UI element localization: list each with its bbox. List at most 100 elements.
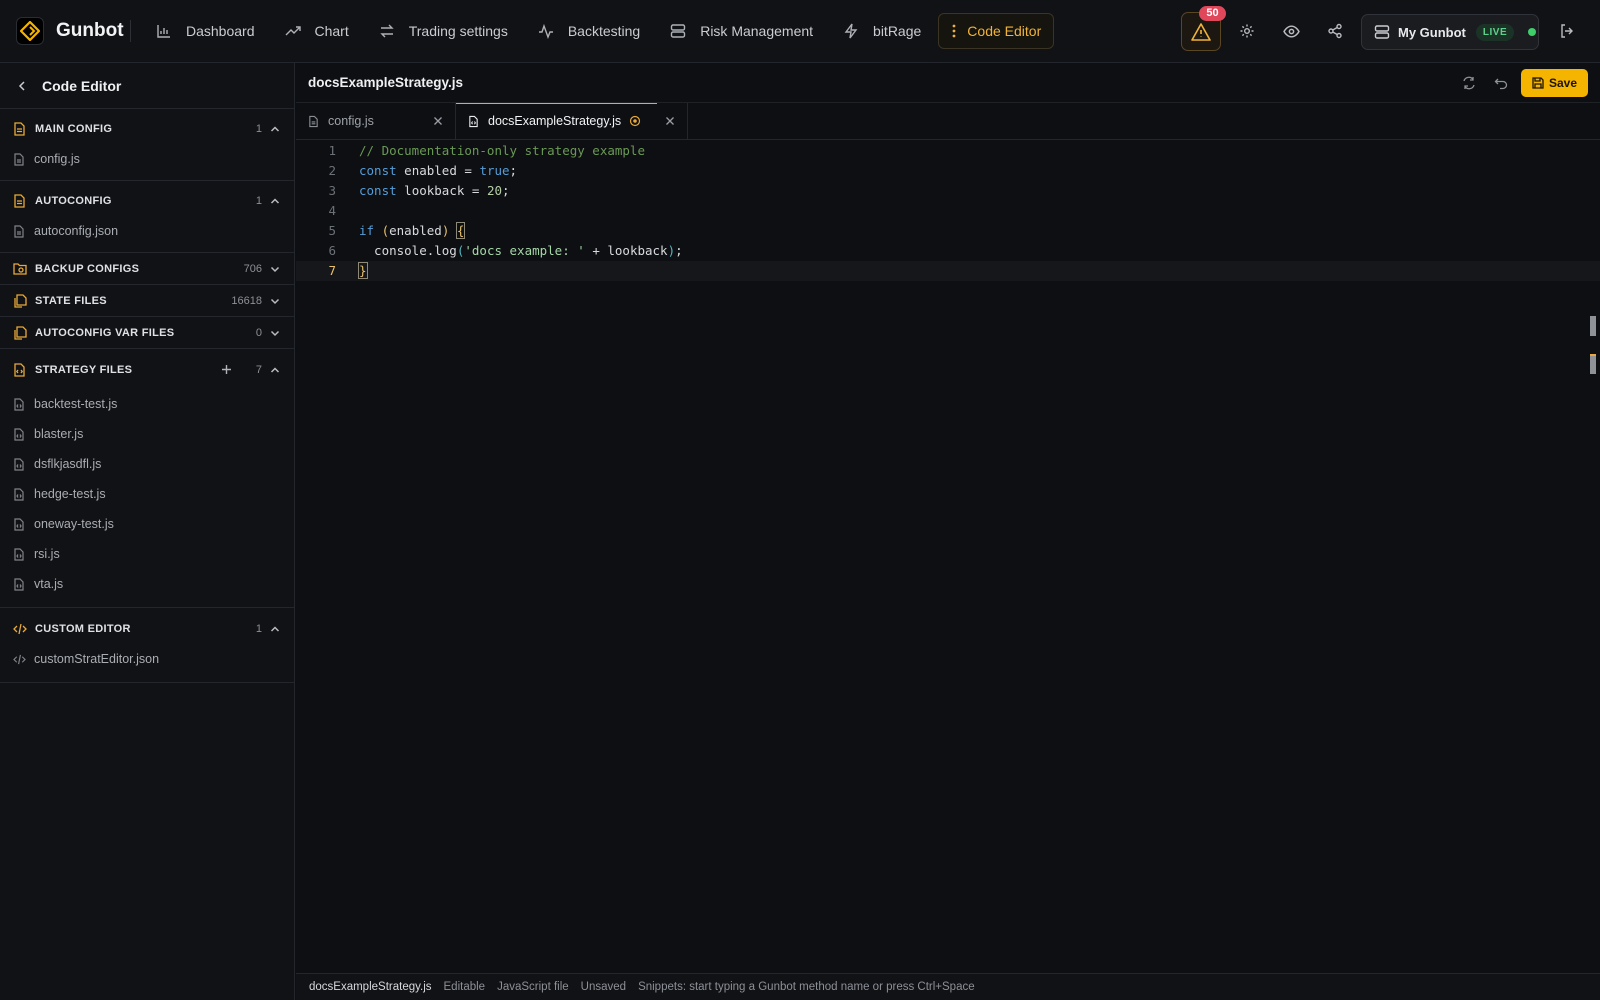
file-name: customStratEditor.json [34,652,160,666]
section-header-autoconfig[interactable]: AUTOCONFIG 1 [0,185,294,216]
code-file-icon [13,457,27,471]
section-header-state-files[interactable]: STATE FILES 16618 [0,285,294,316]
section-label: STATE FILES [35,294,107,307]
status-bar: docsExampleStrategy.js Editable JavaScri… [296,973,1600,1000]
code-file-icon [13,362,27,377]
file-name: config.js [34,152,80,166]
section-count: 1 [255,122,262,135]
section-count: 1 [255,622,262,635]
nav-chart[interactable]: Chart [272,13,362,49]
file-item[interactable]: oneway-test.js [0,509,294,539]
tab-docs-example-strategy[interactable]: docsExampleStrategy.js [456,103,688,139]
section-label: BACKUP CONFIGS [35,262,140,275]
status-file: docsExampleStrategy.js [309,981,432,993]
section-header-strategy-files[interactable]: STRATEGY FILES 7 [0,354,294,385]
live-status-badge: LIVE [1475,23,1515,41]
file-item[interactable]: dsflkjasdfl.js [0,449,294,479]
code-file-icon [13,397,27,411]
sidebar-header: Code Editor [0,63,294,109]
file-item[interactable]: customStratEditor.json [0,644,294,674]
line-number: 1 [328,143,336,158]
code-keyword: const [359,183,397,198]
editor-panel: docsExampleStrategy.js Save config.js do… [296,63,1600,1000]
server-icon [670,23,686,39]
code-brace-match: { [455,222,466,239]
file-item[interactable]: vta.js [0,569,294,599]
section-header-backup-configs[interactable]: BACKUP CONFIGS 706 [0,253,294,284]
undo-button[interactable] [1489,71,1513,95]
chevron-down-icon [270,328,280,338]
file-item[interactable]: rsi.js [0,539,294,569]
nav-code-editor[interactable]: Code Editor [938,13,1055,49]
nav-backtesting[interactable]: Backtesting [525,13,653,49]
chevron-up-icon [270,196,280,206]
code-line: 4 [296,201,1600,221]
nav-code-editor-label: Code Editor [967,23,1042,39]
tab-config-js[interactable]: config.js [296,103,456,139]
back-chevron-icon[interactable] [16,80,28,92]
add-file-icon[interactable] [221,364,232,375]
section-main-config: MAIN CONFIG 1 config.js [0,113,294,181]
settings-button[interactable] [1236,20,1258,42]
code-line: 2 const enabled = true; [296,161,1600,181]
nav-risk-management-label: Risk Management [700,23,814,39]
code-brace-match: } [358,262,368,279]
save-icon [1532,77,1549,89]
file-item[interactable]: autoconfig.json [0,216,294,246]
eye-icon [1282,23,1300,40]
file-item[interactable]: backtest-test.js [0,389,294,419]
file-name: dsflkjasdfl.js [34,457,102,471]
code-paren: ) [667,243,676,258]
tab-label: config.js [328,114,374,128]
close-icon[interactable] [665,116,675,126]
app-logo[interactable]: Gunbot [16,17,130,45]
bot-name: My Gunbot [1398,24,1466,40]
code-file-icon [13,517,27,531]
section-header-autoconfig-var-files[interactable]: AUTOCONFIG VAR FILES 0 [0,317,294,348]
gear-icon [1239,23,1255,39]
code-text: enabled [389,223,442,238]
file-title-bar: docsExampleStrategy.js Save [296,63,1600,103]
live-status-dot [1528,28,1537,36]
nav-dashboard-label: Dashboard [186,23,255,39]
status-state: Unsaved [580,981,627,993]
section-count: 706 [243,262,262,275]
logout-icon [1559,23,1575,39]
logout-button[interactable] [1556,20,1578,42]
file-item[interactable]: config.js [0,144,294,174]
more-vertical-icon [951,23,957,39]
code-editor[interactable]: 1 // Documentation-only strategy example… [296,141,1600,976]
code-file-icon [13,577,27,591]
chevron-up-icon [270,124,280,134]
file-name: blaster.js [34,427,84,441]
tab-label: docsExampleStrategy.js [488,114,622,128]
chevron-up-icon [270,624,280,634]
share-button[interactable] [1324,20,1346,42]
reload-button[interactable] [1457,71,1481,95]
nav-risk-management[interactable]: Risk Management [657,13,826,49]
chevron-down-icon [270,296,280,306]
line-number: 5 [328,223,336,238]
chevron-down-icon [270,264,280,274]
code-file-icon [13,547,27,561]
save-button[interactable]: Save [1520,69,1588,97]
section-header-main-config[interactable]: MAIN CONFIG 1 [0,113,294,144]
code-text: lookback = [396,183,487,198]
nav-bitrage-label: bitRage [873,23,922,39]
code-text: + lookback [584,243,668,258]
file-item[interactable]: blaster.js [0,419,294,449]
section-header-custom-editor[interactable]: CUSTOM EDITOR 1 [0,613,294,644]
code-text: console.log [359,243,457,258]
nav-dashboard[interactable]: Dashboard [143,13,268,49]
section-autoconfig: AUTOCONFIG 1 autoconfig.json [0,185,294,253]
close-icon[interactable] [433,116,443,126]
file-item[interactable]: hedge-test.js [0,479,294,509]
nav-bitrage[interactable]: bitRage [830,13,934,49]
backup-folder-icon [13,262,27,275]
visibility-button[interactable] [1280,20,1302,42]
file-name: rsi.js [34,547,60,561]
nav-trading-settings[interactable]: Trading settings [366,13,521,49]
bot-selector[interactable]: My Gunbot LIVE [1361,14,1539,50]
bar-chart-icon [156,23,172,39]
code-brackets-icon [13,654,27,665]
